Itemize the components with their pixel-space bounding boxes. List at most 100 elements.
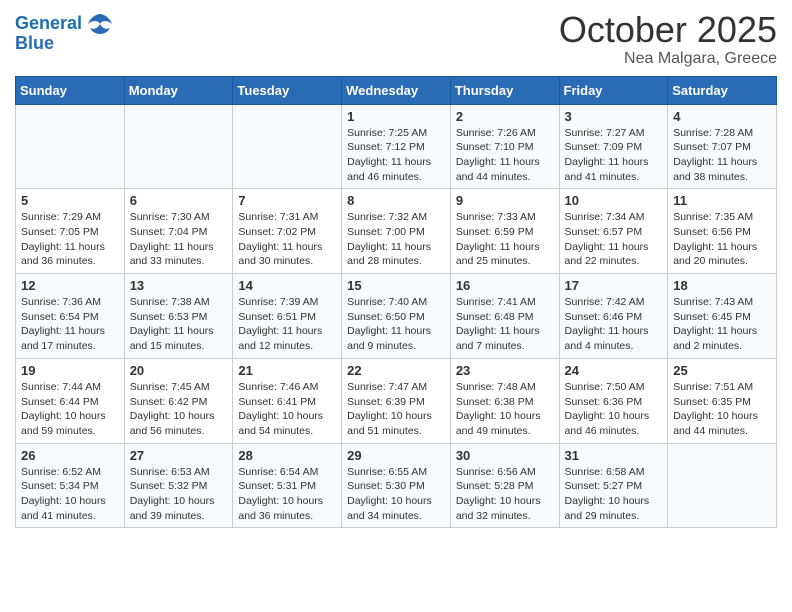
- day-info: Sunrise: 6:54 AM Sunset: 5:31 PM Dayligh…: [238, 465, 336, 524]
- calendar-day-cell: 12Sunrise: 7:36 AM Sunset: 6:54 PM Dayli…: [16, 274, 125, 359]
- day-number: 23: [456, 363, 554, 378]
- day-number: 11: [673, 193, 771, 208]
- calendar-day-cell: 13Sunrise: 7:38 AM Sunset: 6:53 PM Dayli…: [124, 274, 233, 359]
- calendar-day-cell: 16Sunrise: 7:41 AM Sunset: 6:48 PM Dayli…: [450, 274, 559, 359]
- day-info: Sunrise: 7:27 AM Sunset: 7:09 PM Dayligh…: [565, 126, 663, 185]
- day-info: Sunrise: 7:39 AM Sunset: 6:51 PM Dayligh…: [238, 295, 336, 354]
- day-number: 17: [565, 278, 663, 293]
- day-of-week-header: Monday: [124, 76, 233, 104]
- day-info: Sunrise: 7:48 AM Sunset: 6:38 PM Dayligh…: [456, 380, 554, 439]
- calendar-title: October 2025: [559, 10, 777, 50]
- title-block: October 2025 Nea Malgara, Greece: [559, 10, 777, 68]
- calendar-day-cell: 7 Sunrise: 7:31 AM Sunset: 7:02 PM Daylig…: [233, 189, 342, 274]
- calendar-day-cell: [668, 443, 777, 528]
- logo-bird-icon: [86, 10, 114, 38]
- day-info: Sunrise: 7:50 AM Sunset: 6:36 PM Dayligh…: [565, 380, 663, 439]
- day-number: 25: [673, 363, 771, 378]
- day-info: Sunrise: 7:46 AM Sunset: 6:41 PM Dayligh…: [238, 380, 336, 439]
- calendar-day-cell: 5 Sunrise: 7:29 AM Sunset: 7:05 PM Daylig…: [16, 189, 125, 274]
- calendar-day-cell: 27Sunrise: 6:53 AM Sunset: 5:32 PM Dayli…: [124, 443, 233, 528]
- day-info: Sunrise: 7:40 AM Sunset: 6:50 PM Dayligh…: [347, 295, 445, 354]
- day-of-week-header: Wednesday: [342, 76, 451, 104]
- calendar-day-cell: 2Sunrise: 7:26 AM Sunset: 7:10 PM Daylig…: [450, 104, 559, 189]
- day-info: Sunrise: 7:42 AM Sunset: 6:46 PM Dayligh…: [565, 295, 663, 354]
- calendar-day-cell: 29Sunrise: 6:55 AM Sunset: 5:30 PM Dayli…: [342, 443, 451, 528]
- calendar-day-cell: 25 Sunrise: 7:51 AM Sunset: 6:35 PM Dayli…: [668, 358, 777, 443]
- calendar-day-cell: 15 Sunrise: 7:40 AM Sunset: 6:50 PM Dayli…: [342, 274, 451, 359]
- calendar-day-cell: 9 Sunrise: 7:33 AM Sunset: 6:59 PM Daylig…: [450, 189, 559, 274]
- day-number: 27: [130, 448, 228, 463]
- day-number: 29: [347, 448, 445, 463]
- day-number: 7: [238, 193, 336, 208]
- calendar-week-row: 26 Sunrise: 6:52 AM Sunset: 5:34 PM Dayli…: [16, 443, 777, 528]
- calendar-day-cell: 1 Sunrise: 7:25 AM Sunset: 7:12 PM Daylig…: [342, 104, 451, 189]
- calendar-body: 1 Sunrise: 7:25 AM Sunset: 7:12 PM Daylig…: [16, 104, 777, 528]
- calendar-day-cell: 3Sunrise: 7:27 AM Sunset: 7:09 PM Daylig…: [559, 104, 668, 189]
- day-info: Sunrise: 6:52 AM Sunset: 5:34 PM Dayligh…: [21, 465, 119, 524]
- day-number: 13: [130, 278, 228, 293]
- logo-text-blue: Blue: [15, 34, 54, 54]
- day-number: 20: [130, 363, 228, 378]
- calendar-day-cell: 22 Sunrise: 7:47 AM Sunset: 6:39 PM Dayli…: [342, 358, 451, 443]
- day-info: Sunrise: 7:44 AM Sunset: 6:44 PM Dayligh…: [21, 380, 119, 439]
- logo: General Blue: [15, 10, 114, 54]
- day-number: 30: [456, 448, 554, 463]
- day-info: Sunrise: 7:26 AM Sunset: 7:10 PM Dayligh…: [456, 126, 554, 185]
- day-number: 24: [565, 363, 663, 378]
- day-info: Sunrise: 6:58 AM Sunset: 5:27 PM Dayligh…: [565, 465, 663, 524]
- calendar-day-cell: [16, 104, 125, 189]
- day-info: Sunrise: 7:51 AM Sunset: 6:35 PM Dayligh…: [673, 380, 771, 439]
- day-info: Sunrise: 7:45 AM Sunset: 6:42 PM Dayligh…: [130, 380, 228, 439]
- day-number: 10: [565, 193, 663, 208]
- calendar-day-cell: 10 Sunrise: 7:34 AM Sunset: 6:57 PM Dayli…: [559, 189, 668, 274]
- day-number: 15: [347, 278, 445, 293]
- day-info: Sunrise: 6:56 AM Sunset: 5:28 PM Dayligh…: [456, 465, 554, 524]
- logo-text-general: General: [15, 14, 82, 34]
- day-number: 4: [673, 109, 771, 124]
- calendar-day-cell: 28 Sunrise: 6:54 AM Sunset: 5:31 PM Dayli…: [233, 443, 342, 528]
- calendar-table: SundayMondayTuesdayWednesdayThursdayFrid…: [15, 76, 777, 529]
- day-info: Sunrise: 7:35 AM Sunset: 6:56 PM Dayligh…: [673, 210, 771, 269]
- day-info: Sunrise: 7:34 AM Sunset: 6:57 PM Dayligh…: [565, 210, 663, 269]
- day-number: 21: [238, 363, 336, 378]
- calendar-day-cell: 18Sunrise: 7:43 AM Sunset: 6:45 PM Dayli…: [668, 274, 777, 359]
- calendar-day-cell: 11 Sunrise: 7:35 AM Sunset: 6:56 PM Dayli…: [668, 189, 777, 274]
- day-of-week-header: Sunday: [16, 76, 125, 104]
- calendar-day-cell: 24 Sunrise: 7:50 AM Sunset: 6:36 PM Dayli…: [559, 358, 668, 443]
- day-info: Sunrise: 7:47 AM Sunset: 6:39 PM Dayligh…: [347, 380, 445, 439]
- day-info: Sunrise: 7:28 AM Sunset: 7:07 PM Dayligh…: [673, 126, 771, 185]
- day-info: Sunrise: 7:31 AM Sunset: 7:02 PM Dayligh…: [238, 210, 336, 269]
- calendar-week-row: 12Sunrise: 7:36 AM Sunset: 6:54 PM Dayli…: [16, 274, 777, 359]
- calendar-day-cell: 21 Sunrise: 7:46 AM Sunset: 6:41 PM Dayli…: [233, 358, 342, 443]
- day-info: Sunrise: 7:25 AM Sunset: 7:12 PM Dayligh…: [347, 126, 445, 185]
- day-number: 9: [456, 193, 554, 208]
- calendar-day-cell: 19 Sunrise: 7:44 AM Sunset: 6:44 PM Dayli…: [16, 358, 125, 443]
- day-of-week-header: Thursday: [450, 76, 559, 104]
- calendar-day-cell: [233, 104, 342, 189]
- day-info: Sunrise: 7:36 AM Sunset: 6:54 PM Dayligh…: [21, 295, 119, 354]
- day-info: Sunrise: 7:43 AM Sunset: 6:45 PM Dayligh…: [673, 295, 771, 354]
- day-number: 14: [238, 278, 336, 293]
- calendar-subtitle: Nea Malgara, Greece: [559, 50, 777, 68]
- calendar-day-cell: 17 Sunrise: 7:42 AM Sunset: 6:46 PM Dayli…: [559, 274, 668, 359]
- calendar-day-cell: 26 Sunrise: 6:52 AM Sunset: 5:34 PM Dayli…: [16, 443, 125, 528]
- day-number: 31: [565, 448, 663, 463]
- day-info: Sunrise: 7:33 AM Sunset: 6:59 PM Dayligh…: [456, 210, 554, 269]
- calendar-day-cell: 14 Sunrise: 7:39 AM Sunset: 6:51 PM Dayli…: [233, 274, 342, 359]
- day-info: Sunrise: 7:41 AM Sunset: 6:48 PM Dayligh…: [456, 295, 554, 354]
- day-of-week-header: Saturday: [668, 76, 777, 104]
- day-number: 26: [21, 448, 119, 463]
- day-number: 28: [238, 448, 336, 463]
- day-number: 1: [347, 109, 445, 124]
- day-number: 6: [130, 193, 228, 208]
- calendar-day-cell: [124, 104, 233, 189]
- calendar-week-row: 19 Sunrise: 7:44 AM Sunset: 6:44 PM Dayli…: [16, 358, 777, 443]
- calendar-day-cell: 8Sunrise: 7:32 AM Sunset: 7:00 PM Daylig…: [342, 189, 451, 274]
- day-info: Sunrise: 7:29 AM Sunset: 7:05 PM Dayligh…: [21, 210, 119, 269]
- day-number: 22: [347, 363, 445, 378]
- day-of-week-header: Tuesday: [233, 76, 342, 104]
- day-number: 5: [21, 193, 119, 208]
- calendar-day-cell: 30 Sunrise: 6:56 AM Sunset: 5:28 PM Dayli…: [450, 443, 559, 528]
- day-number: 8: [347, 193, 445, 208]
- day-number: 19: [21, 363, 119, 378]
